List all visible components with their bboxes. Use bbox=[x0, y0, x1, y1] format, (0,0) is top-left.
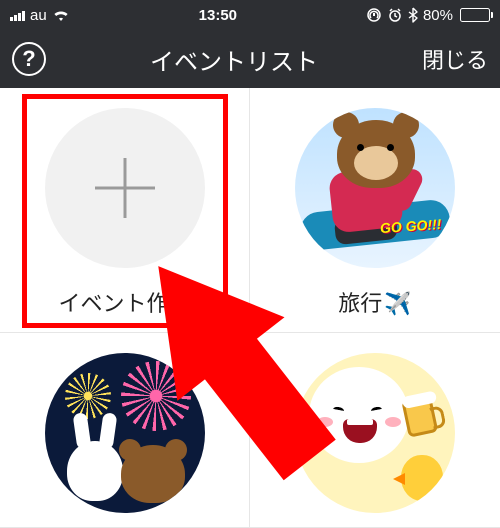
help-button[interactable]: ? bbox=[12, 42, 46, 76]
statusbar-left: au bbox=[10, 7, 70, 24]
nav-bar: ? イベントリスト 閉じる bbox=[0, 30, 500, 88]
event-thumb-fireworks bbox=[45, 353, 205, 513]
create-event-cell[interactable]: イベント作成 bbox=[0, 88, 250, 333]
event-grid: イベント作成 GO GO!!! 旅行✈️ bbox=[0, 88, 500, 528]
bluetooth-icon bbox=[408, 7, 418, 23]
event-cell-drinks[interactable] bbox=[250, 333, 500, 528]
alarm-icon bbox=[387, 7, 403, 23]
statusbar-time: 13:50 bbox=[70, 7, 366, 24]
event-thumb-travel: GO GO!!! bbox=[295, 108, 455, 268]
carrier-label: au bbox=[30, 7, 47, 24]
event-cell-fireworks[interactable] bbox=[0, 333, 250, 528]
airplane-icon: ✈️ bbox=[384, 291, 411, 316]
help-icon: ? bbox=[22, 46, 35, 72]
create-event-label: イベント作成 bbox=[58, 286, 190, 318]
battery-percent: 80% bbox=[423, 7, 453, 24]
plus-icon bbox=[95, 158, 155, 218]
status-bar: au 13:50 80% bbox=[0, 0, 500, 30]
signal-icon bbox=[10, 9, 25, 21]
create-event-thumb bbox=[45, 108, 205, 268]
statusbar-right: 80% bbox=[366, 7, 490, 24]
rotation-lock-icon bbox=[366, 7, 382, 23]
event-thumb-drinks bbox=[295, 353, 455, 513]
event-cell-travel[interactable]: GO GO!!! 旅行✈️ bbox=[250, 88, 500, 333]
close-button[interactable]: 閉じる bbox=[422, 43, 488, 75]
wifi-icon bbox=[52, 8, 70, 22]
page-title: イベントリスト bbox=[46, 42, 422, 77]
battery-icon bbox=[460, 8, 490, 22]
event-label-travel: 旅行✈️ bbox=[338, 286, 411, 318]
